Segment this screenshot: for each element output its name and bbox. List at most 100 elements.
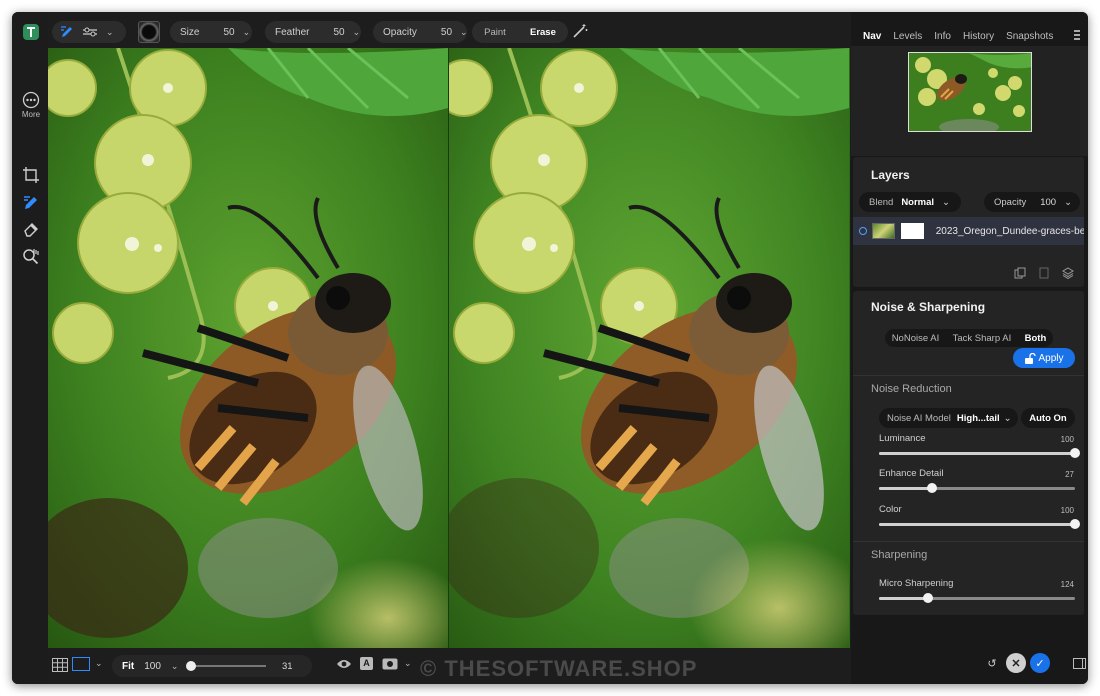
feather-label: Feather — [275, 26, 310, 38]
app-logo-icon[interactable] — [20, 21, 42, 43]
cancel-button[interactable]: ✕ — [1006, 653, 1026, 673]
brush-size-value: 31 — [282, 660, 293, 672]
app-window: More ⌄ Size 50 ⌄ Feather 50 ⌄ Opacity 50… — [12, 12, 1088, 684]
auto-mask-icon[interactable]: A — [360, 657, 373, 670]
slider-knob[interactable] — [1070, 519, 1080, 529]
luminance-slider[interactable] — [879, 448, 1080, 458]
luminance-label: Luminance — [879, 433, 926, 444]
model-label: Noise AI Model — [887, 412, 951, 424]
eye-icon[interactable] — [336, 658, 352, 673]
image-canvas[interactable] — [48, 48, 850, 648]
noise-reduction-label: Noise Reduction — [871, 383, 952, 395]
brush-size-slider[interactable] — [186, 661, 266, 671]
brush-settings-icon — [83, 27, 97, 37]
navigator — [851, 46, 1088, 156]
micro-sharpening-value: 124 — [1060, 580, 1074, 589]
opacity-control[interactable]: Opacity 50 ⌄ — [373, 21, 468, 43]
blend-value: Normal — [901, 196, 935, 208]
blend-dropdown[interactable]: Blend Normal ⌄ — [859, 192, 961, 212]
chevron-down-icon: ⌄ — [352, 26, 361, 37]
panel-tabs: Nav Levels Info History Snapshots — [851, 26, 1088, 46]
auto-on-button[interactable]: Auto On — [1021, 408, 1075, 428]
chevron-down-icon: ⌄ — [1003, 412, 1012, 424]
tab-nav[interactable]: Nav — [863, 31, 881, 42]
size-value: 50 — [223, 26, 235, 38]
more-icon[interactable] — [20, 89, 42, 111]
enhance-detail-label: Enhance Detail — [879, 468, 944, 479]
mask-view-icon[interactable] — [382, 657, 398, 674]
more-label: More — [21, 110, 41, 119]
chevron-down-icon: ⌄ — [242, 26, 251, 37]
split-view-icon[interactable] — [72, 657, 90, 671]
paint-option[interactable]: Paint — [484, 27, 506, 38]
unlock-icon — [1025, 352, 1037, 364]
slider-knob[interactable] — [926, 483, 937, 493]
grid-view-icon[interactable] — [52, 658, 68, 675]
layer-mask-thumbnail[interactable] — [900, 223, 924, 239]
navigator-thumbnail[interactable] — [908, 52, 1032, 132]
top-toolbar: ⌄ Size 50 ⌄ Feather 50 ⌄ Opacity 50 ⌄ Pa… — [48, 12, 851, 48]
opacity-value: 50 — [440, 26, 453, 38]
brush-preview[interactable] — [138, 21, 160, 43]
crop-icon[interactable] — [20, 164, 42, 186]
bottom-bar: ⌄ Fit 100 ⌄ 31 A ⌄ © THESOFTWARE.SHOP — [48, 648, 851, 684]
chevron-down-icon[interactable]: ⌄ — [95, 658, 103, 669]
layer-opacity-label: Opacity — [994, 196, 1027, 208]
apply-button[interactable]: Apply — [1013, 348, 1075, 368]
right-panel: Nav Levels Info History Snapshots Layers… — [851, 12, 1088, 684]
undo-icon[interactable]: ↺ — [982, 653, 1002, 673]
tab-levels[interactable]: Levels — [893, 31, 922, 42]
slider-fill — [879, 523, 1075, 526]
confirm-button[interactable]: ✓ — [1030, 653, 1050, 673]
size-label: Size — [180, 26, 200, 38]
tab-snapshots[interactable]: Snapshots — [1006, 31, 1053, 42]
eraser-tool-icon[interactable] — [20, 218, 42, 240]
noise-title: Noise & Sharpening — [871, 300, 986, 314]
size-control[interactable]: Size 50 ⌄ — [170, 21, 252, 43]
watermark: © THESOFTWARE.SHOP — [420, 656, 698, 681]
mode-tacksharp[interactable]: Tack Sharp AI — [953, 333, 1012, 344]
layer-opacity-dropdown[interactable]: Opacity 100 ⌄ — [984, 192, 1080, 212]
paint-erase-toggle[interactable]: Paint Erase — [472, 21, 568, 43]
panel-menu-icon[interactable] — [1074, 30, 1080, 40]
before-preview — [48, 48, 448, 648]
layer-thumbnail — [871, 223, 895, 239]
enhance-detail-value: 27 — [1065, 470, 1074, 479]
sharpening-label: Sharpening — [871, 549, 928, 561]
color-slider[interactable] — [879, 519, 1080, 529]
brush-tool-icon[interactable] — [20, 192, 42, 214]
tab-history[interactable]: History — [963, 31, 994, 42]
layers-panel: Layers Blend Normal ⌄ Opacity 100 ⌄ 2023… — [853, 157, 1084, 287]
duplicate-layer-icon[interactable] — [1014, 267, 1026, 282]
magic-brush-icon[interactable] — [572, 23, 588, 42]
slider-knob[interactable] — [186, 661, 196, 671]
mode-nonoise[interactable]: NoNoise AI — [892, 333, 940, 344]
panel-toggle-icon[interactable] — [1073, 658, 1086, 669]
brush-mode-selector[interactable]: ⌄ — [52, 21, 126, 43]
divider — [853, 375, 1084, 376]
slider-fill — [879, 597, 928, 600]
layer-row[interactable]: 2023_Oregon_Dundee-graces-bee — [853, 217, 1084, 245]
noise-sharpening-panel: Noise & Sharpening NoNoise AI Tack Sharp… — [853, 291, 1084, 615]
layer-stack-icon[interactable] — [1062, 267, 1074, 282]
slider-knob[interactable] — [922, 593, 933, 603]
noise-model-dropdown[interactable]: Noise AI Model High...tail ⌄ — [879, 408, 1018, 428]
brush-icon — [61, 26, 72, 37]
mode-selector[interactable]: NoNoise AI Tack Sharp AI Both — [885, 329, 1053, 347]
enhance-detail-slider[interactable] — [879, 483, 1075, 493]
blend-label: Blend — [869, 196, 894, 208]
zoom-hand-icon[interactable] — [20, 245, 42, 267]
feather-control[interactable]: Feather 50 ⌄ — [265, 21, 361, 43]
zoom-control[interactable]: Fit 100 ⌄ 31 — [112, 655, 312, 677]
fit-button[interactable]: Fit — [122, 661, 134, 672]
tab-info[interactable]: Info — [934, 31, 951, 42]
micro-sharpening-slider[interactable] — [879, 593, 1075, 603]
opacity-label: Opacity — [383, 26, 417, 38]
layer-visibility-icon[interactable] — [859, 227, 867, 235]
mode-both[interactable]: Both — [1025, 333, 1047, 344]
chevron-down-icon[interactable]: ⌄ — [171, 661, 179, 672]
new-layer-icon[interactable] — [1038, 267, 1050, 282]
chevron-down-icon[interactable]: ⌄ — [404, 658, 412, 669]
slider-knob[interactable] — [1070, 448, 1080, 458]
erase-option[interactable]: Erase — [530, 27, 556, 38]
